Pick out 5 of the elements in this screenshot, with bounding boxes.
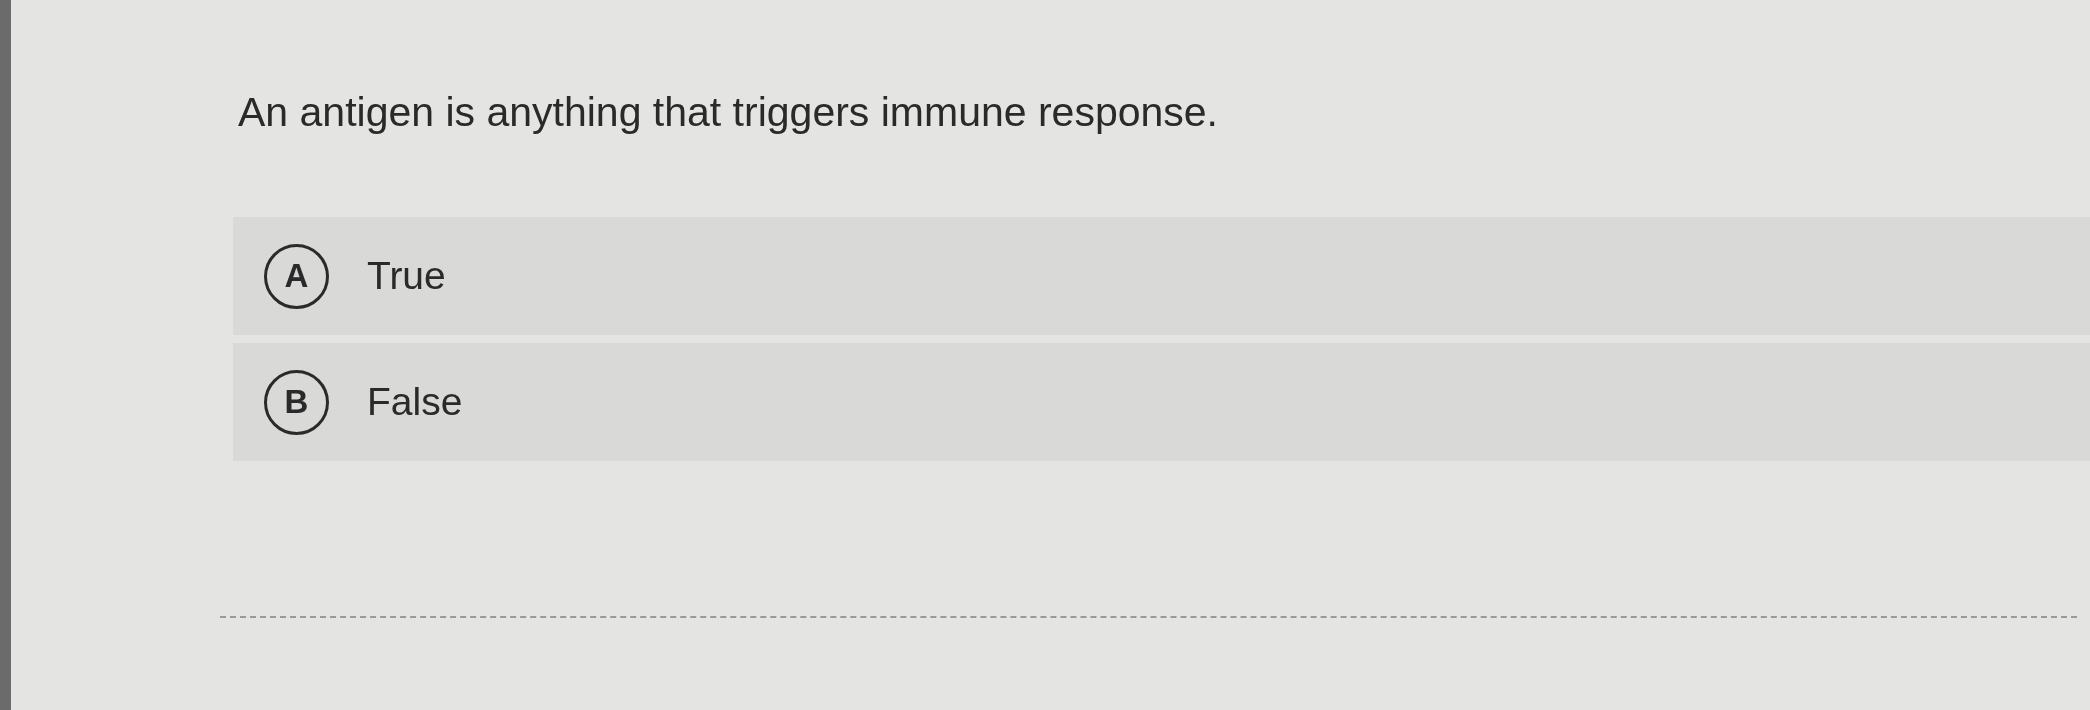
option-letter: A [264, 243, 329, 309]
option-letter: B [264, 369, 329, 435]
answer-option[interactable]: A True [233, 217, 2090, 335]
question-text: An antigen is anything that triggers immune response. [238, 88, 1218, 136]
answer-option[interactable]: B False [233, 343, 2090, 461]
